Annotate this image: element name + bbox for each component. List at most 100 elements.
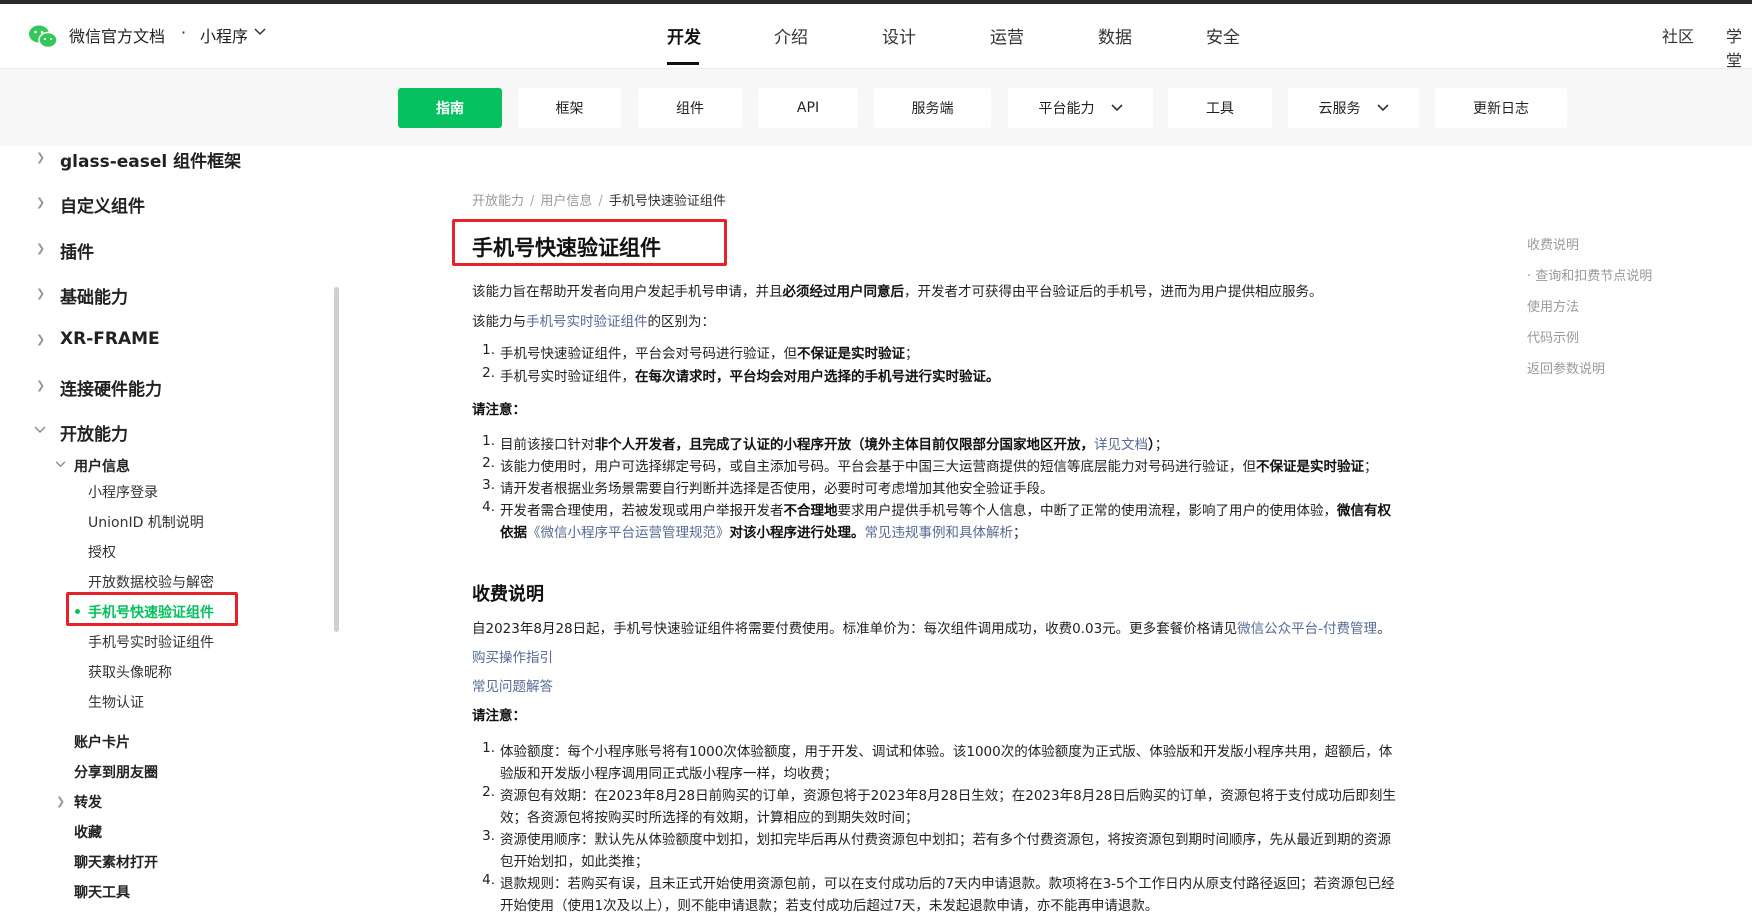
toc-item-fees[interactable]: 收费说明: [1527, 234, 1579, 253]
list-item: 1. 目前该接口针对非个人开发者，且完成了认证的小程序开放（境外主体目前仅限部分国…: [482, 433, 1169, 453]
chevron-down-icon[interactable]: [254, 28, 266, 36]
sidebar-item-glass-easel[interactable]: glass-easel 组件框架: [60, 147, 241, 172]
sidebar-item-unionid[interactable]: UnionID 机制说明: [88, 512, 204, 532]
chevron-down-icon: [1110, 104, 1123, 112]
nav-develop[interactable]: 开发: [667, 23, 701, 48]
sidebar-group-user-info[interactable]: 用户信息: [74, 456, 130, 476]
sidebar-item-decrypt[interactable]: 开放数据校验与解密: [88, 572, 214, 592]
chevron-right-icon[interactable]: ❯: [56, 795, 65, 808]
tab-label: 框架: [555, 101, 584, 117]
text: ，开发者才可获得由平台验证后的手机号，进而为用户提供相应服务。: [904, 284, 1323, 300]
bold-text: 微信有权: [1337, 503, 1391, 519]
breadcrumb-open-capabilities[interactable]: 开放能力: [472, 194, 524, 209]
sidebar-item-share-moments[interactable]: 分享到朋友圈: [74, 762, 158, 782]
tab-changelog[interactable]: 更新日志: [1435, 88, 1567, 128]
site-title[interactable]: 微信官方文档: [69, 23, 165, 47]
text: 请开发者根据业务场景需要自行判断并选择是否使用，必要时可考虑增加其他安全验证手段…: [500, 481, 1054, 497]
text: ；: [1013, 525, 1027, 541]
chevron-right-icon[interactable]: ❯: [36, 333, 45, 346]
sidebar-item-forward[interactable]: 转发: [74, 792, 102, 812]
text: 的区别为：: [647, 314, 716, 330]
chevron-right-icon[interactable]: ❯: [36, 379, 45, 392]
text: 该能力与: [472, 314, 526, 330]
tab-server[interactable]: 服务端: [874, 88, 991, 128]
nav-design[interactable]: 设计: [882, 23, 916, 48]
toc-item-usage[interactable]: 使用方法: [1527, 296, 1579, 315]
nav-security[interactable]: 安全: [1206, 23, 1240, 48]
text: ；: [1154, 437, 1169, 453]
chevron-down-icon[interactable]: [34, 426, 46, 434]
sidebar-item-login[interactable]: 小程序登录: [88, 482, 158, 502]
list-item-continuation: 效；各资源包将按购买时所选择的有效期，计算相应的到期失效时间；: [472, 806, 919, 826]
tab-label: 平台能力: [1038, 101, 1095, 117]
tab-label: 服务端: [911, 101, 954, 117]
sidebar-item-xr-frame[interactable]: XR-FRAME: [60, 329, 160, 349]
toc-item-query-nodes[interactable]: · 查询和扣费节点说明: [1527, 265, 1652, 284]
tab-label: 组件: [676, 101, 704, 117]
sidebar-scrollbar[interactable]: [334, 287, 339, 632]
violation-cases-link[interactable]: 常见违规事例和具体解析: [865, 525, 1014, 541]
nav-intro[interactable]: 介绍: [774, 23, 808, 48]
chevron-down-icon[interactable]: [55, 461, 66, 468]
tab-cloud[interactable]: 云服务: [1288, 88, 1419, 128]
toc-item-code-example[interactable]: 代码示例: [1527, 327, 1579, 346]
payment-management-link[interactable]: 微信公众平台-付费管理: [1237, 621, 1377, 637]
tab-label: 更新日志: [1473, 101, 1529, 117]
breadcrumb: 开放能力 / 用户信息 / 手机号快速验证组件: [472, 190, 726, 209]
breadcrumb-separator: /: [530, 194, 535, 209]
chevron-right-icon[interactable]: ❯: [36, 196, 45, 209]
sidebar-item-phone-realtime-verify[interactable]: 手机号实时验证组件: [88, 632, 214, 652]
sidebar-item-hardware[interactable]: 连接硬件能力: [60, 375, 162, 400]
sidebar-item-authorize[interactable]: 授权: [88, 542, 116, 562]
tab-label: 指南: [436, 101, 464, 117]
sidebar-item-biometric[interactable]: 生物认证: [88, 692, 144, 712]
realtime-verify-link[interactable]: 手机号实时验证组件: [526, 314, 648, 330]
academy-link[interactable]: 学堂: [1726, 23, 1752, 71]
sidebar-item-favorite[interactable]: 收藏: [74, 822, 102, 842]
sidebar-item-chat-material[interactable]: 聊天素材打开: [74, 852, 158, 872]
text: 该能力使用时，用户可选择绑定号码，或自主添加号码。平台会基于中国三大运营商提供的…: [500, 459, 1256, 475]
sidebar-item-custom-components[interactable]: 自定义组件: [60, 192, 145, 217]
toc-item-return-params[interactable]: 返回参数说明: [1527, 358, 1605, 377]
list-item: 1. 手机号快速验证组件，平台会对号码进行验证，但不保证是实时验证；: [482, 342, 919, 362]
tab-tools[interactable]: 工具: [1168, 88, 1272, 128]
sidebar-item-basic[interactable]: 基础能力: [60, 283, 128, 308]
list-item: 4. 退款规则：若购买有误，且未正式开始使用资源包前，可以在支付成功后的7天内申请…: [482, 872, 1395, 892]
chevron-right-icon[interactable]: ❯: [36, 242, 45, 255]
see-docs-link[interactable]: 详见文档: [1094, 437, 1148, 453]
nav-operation[interactable]: 运营: [990, 23, 1024, 48]
breadcrumb-separator: /: [598, 194, 603, 209]
community-link[interactable]: 社区: [1662, 23, 1694, 47]
purchase-guide-link[interactable]: 购买操作指引: [472, 646, 553, 666]
sub-navbar: 指南 框架 组件 API 服务端 平台能力 工具 云服务 更新日志: [0, 69, 1752, 146]
list-item-continuation: 依据《微信小程序平台运营管理规范》对该小程序进行处理。常见违规事例和具体解析；: [472, 521, 1027, 541]
list-item: 3. 请开发者根据业务场景需要自行判断并选择是否使用，必要时可考虑增加其他安全验证…: [482, 477, 1054, 497]
sidebar-item-chat-tools[interactable]: 聊天工具: [74, 882, 130, 902]
product-selector[interactable]: 小程序: [200, 23, 248, 47]
chevron-right-icon[interactable]: ❯: [36, 287, 45, 300]
nav-data[interactable]: 数据: [1098, 23, 1132, 48]
wechat-logo-icon[interactable]: [28, 24, 58, 50]
sidebar-item-avatar-nickname[interactable]: 获取头像昵称: [88, 662, 172, 682]
tab-framework[interactable]: 框架: [518, 88, 621, 128]
text: 手机号快速验证组件，平台会对号码进行验证，但: [500, 346, 797, 362]
intro-paragraph: 该能力旨在帮助开发者向用户发起手机号申请，并且必须经过用户同意后，开发者才可获得…: [472, 280, 1323, 300]
tab-components[interactable]: 组件: [638, 88, 742, 128]
sidebar-item-open-capabilities[interactable]: 开放能力: [60, 420, 128, 445]
highlight-box-sidebar: [66, 592, 238, 626]
sidebar-item-plugins[interactable]: 插件: [60, 238, 94, 263]
text: 效；各资源包将按购买时所选择的有效期，计算相应的到期失效时间；: [500, 810, 919, 826]
tab-guide[interactable]: 指南: [398, 88, 502, 128]
fee-paragraph: 自2023年8月28日起，手机号快速验证组件将需要付费使用。标准单价为：每次组件…: [472, 617, 1391, 637]
text: 退款规则：若购买有误，且未正式开始使用资源包前，可以在支付成功后的7天内申请退款…: [500, 876, 1395, 892]
tab-api[interactable]: API: [758, 88, 858, 128]
operation-rules-link[interactable]: 《微信小程序平台运营管理规范》: [527, 525, 730, 541]
bold-text: 不保证是实时验证: [797, 346, 905, 362]
tab-label: 云服务: [1318, 101, 1361, 117]
chevron-right-icon[interactable]: ❯: [36, 151, 45, 164]
breadcrumb-user-info[interactable]: 用户信息: [540, 194, 592, 209]
tab-platform[interactable]: 平台能力: [1008, 88, 1153, 128]
sidebar-item-account-card[interactable]: 账户卡片: [74, 732, 130, 752]
faq-link[interactable]: 常见问题解答: [472, 675, 553, 695]
list-item-continuation: 开始使用（使用1次及以上），则不能申请退款；若支付成功后超过7天，未发起退款申请…: [472, 894, 1158, 914]
